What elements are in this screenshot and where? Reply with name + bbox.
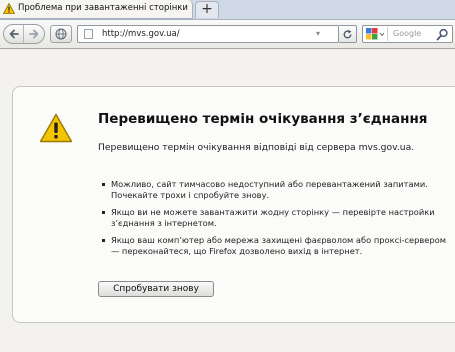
google-icon bbox=[366, 28, 385, 40]
home-button[interactable] bbox=[50, 25, 72, 43]
search-engine-button[interactable] bbox=[364, 27, 388, 41]
error-suggestions: Можливо, сайт тимчасово недоступний або … bbox=[98, 179, 455, 263]
tab-title: Проблема при завантаженні сторінки bbox=[18, 3, 188, 13]
home-icon bbox=[55, 28, 67, 40]
list-item: Якщо ваш комп’ютер або мережа захищені ф… bbox=[98, 235, 455, 256]
new-tab-button[interactable]: + bbox=[195, 1, 219, 18]
navigation-toolbar: http://mvs.gov.ua/ ▾ Google bbox=[0, 20, 455, 49]
search-bar[interactable]: Google bbox=[362, 25, 453, 43]
url-bar[interactable]: http://mvs.gov.ua/ ▾ bbox=[77, 25, 339, 43]
back-arrow-icon bbox=[9, 29, 19, 39]
warning-icon bbox=[3, 3, 15, 14]
search-input[interactable]: Google bbox=[393, 29, 421, 38]
back-forward-group bbox=[3, 24, 45, 44]
tab-active[interactable]: Проблема при завантаженні сторінки bbox=[0, 0, 193, 19]
warning-icon bbox=[39, 113, 73, 143]
url-text[interactable]: http://mvs.gov.ua/ bbox=[102, 29, 180, 39]
bullet bbox=[102, 183, 105, 186]
reload-icon bbox=[343, 29, 352, 39]
tab-strip: Проблема при завантаженні сторінки + bbox=[0, 0, 455, 20]
retry-button[interactable]: Спробувати знову bbox=[98, 281, 214, 297]
url-dropdown-icon[interactable]: ▾ bbox=[316, 29, 320, 39]
forward-button[interactable] bbox=[24, 25, 44, 43]
suggestion-text: Якщо ваш комп’ютер або мережа захищені ф… bbox=[111, 235, 446, 256]
suggestion-text: Якщо ви не можете завантажити жодну стор… bbox=[111, 207, 435, 228]
list-item: Якщо ви не можете завантажити жодну стор… bbox=[98, 207, 455, 228]
forward-arrow-icon bbox=[29, 29, 39, 39]
reload-button[interactable] bbox=[339, 25, 357, 43]
error-container: Перевищено термін очікування з’єднання П… bbox=[12, 86, 455, 323]
bullet bbox=[102, 211, 105, 214]
bullet bbox=[102, 239, 105, 242]
error-title: Перевищено термін очікування з’єднання bbox=[98, 111, 428, 127]
back-button[interactable] bbox=[4, 25, 24, 43]
page-icon bbox=[84, 29, 93, 39]
search-icon[interactable] bbox=[436, 28, 449, 41]
suggestion-text: Можливо, сайт тимчасово недоступний або … bbox=[111, 179, 428, 200]
error-description: Перевищено термін очікування відповіді в… bbox=[98, 142, 415, 153]
list-item: Можливо, сайт тимчасово недоступний або … bbox=[98, 179, 455, 200]
